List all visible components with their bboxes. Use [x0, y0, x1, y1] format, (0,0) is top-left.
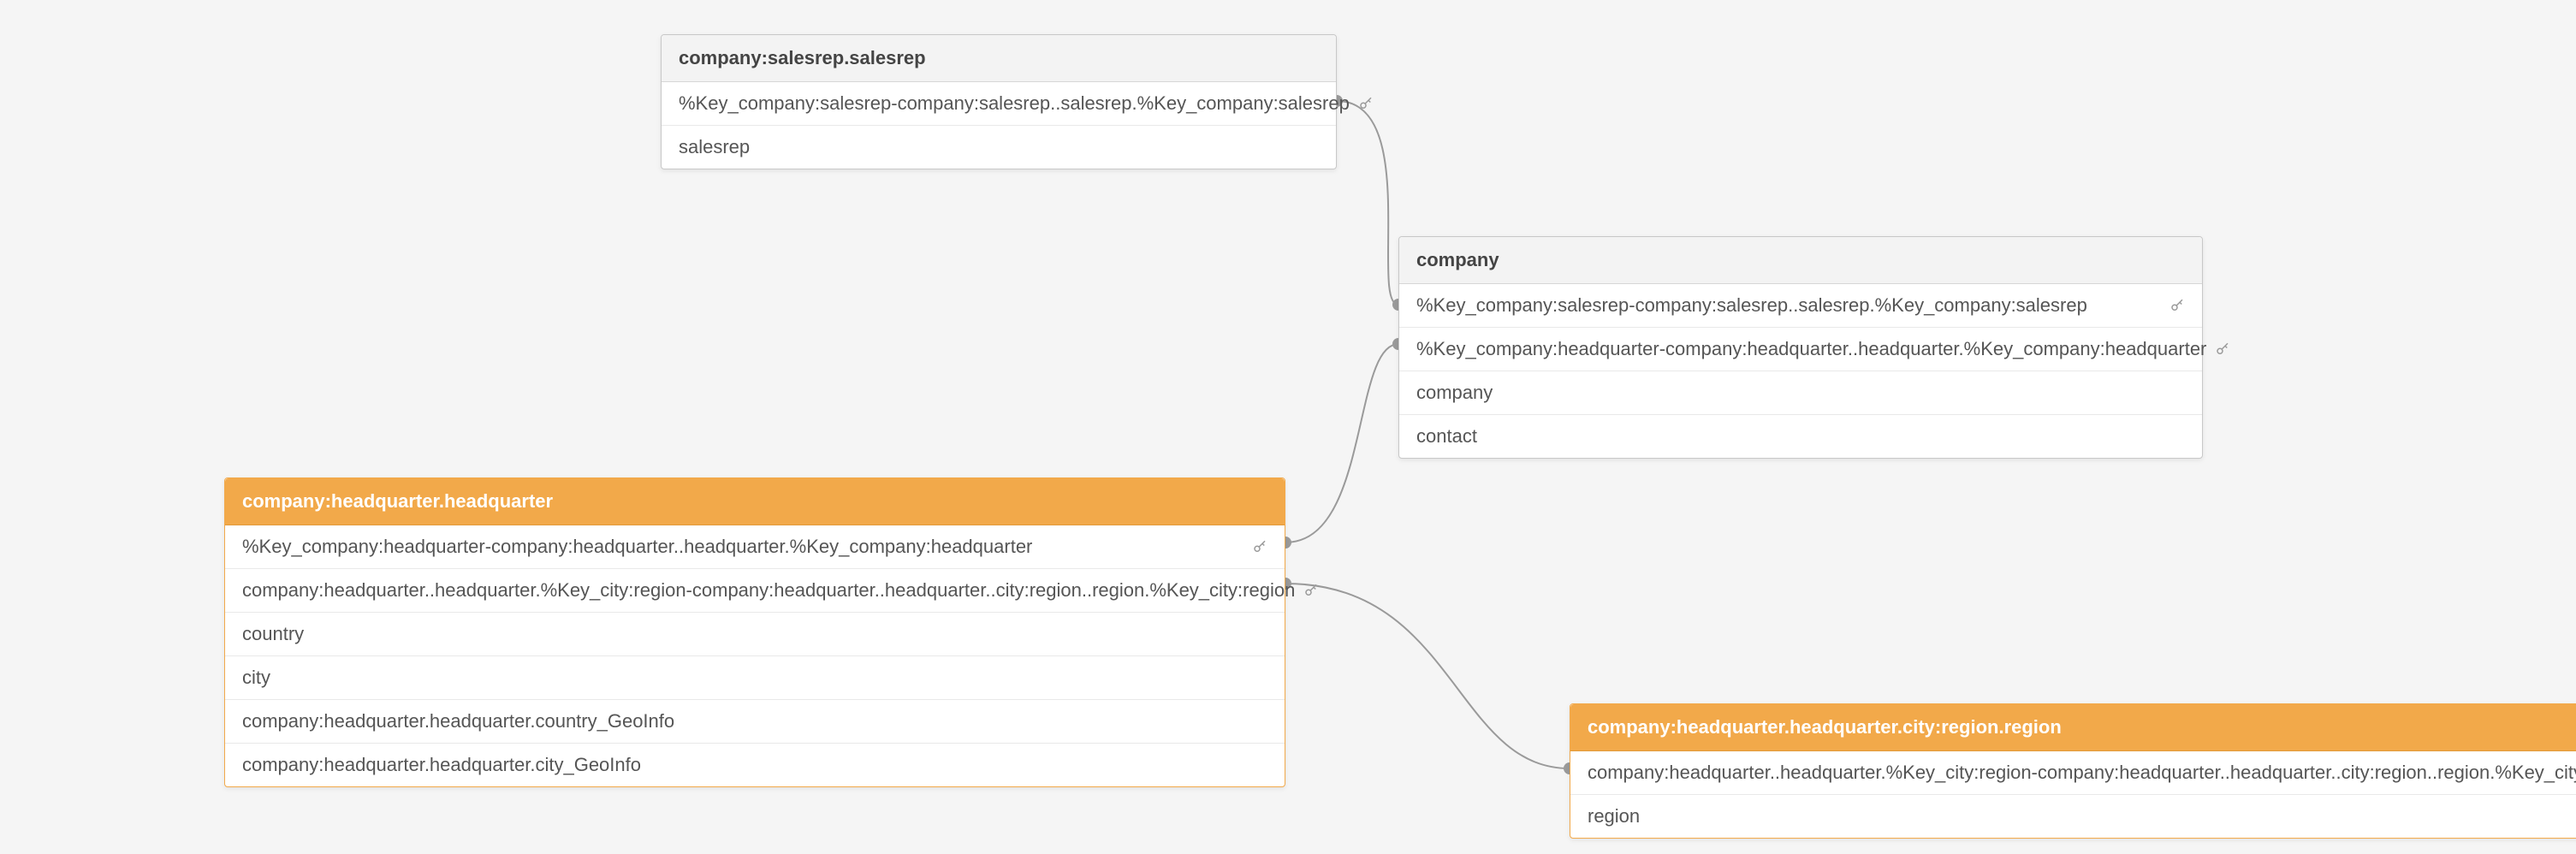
table-row[interactable]: %Key_company:headquarter-company:headqua… — [225, 525, 1285, 568]
field-label: company:headquarter.headquarter.country_… — [242, 710, 674, 732]
table-row[interactable]: contact — [1399, 414, 2202, 458]
field-label: region — [1588, 805, 1640, 827]
table-row[interactable]: %Key_company:headquarter-company:headqua… — [1399, 327, 2202, 371]
key-icon — [1358, 96, 1374, 111]
key-icon — [1303, 583, 1319, 598]
table-header[interactable]: company:headquarter.headquarter.city:reg… — [1570, 704, 2576, 751]
field-label: %Key_company:headquarter-company:headqua… — [1416, 338, 2206, 360]
field-label: city — [242, 667, 270, 689]
table-title: company:headquarter.headquarter.city:reg… — [1588, 716, 2062, 738]
key-icon — [1252, 539, 1267, 555]
table-title: company:headquarter.headquarter — [242, 490, 553, 512]
table-body: company:headquarter..headquarter.%Key_ci… — [1570, 751, 2576, 838]
table-row[interactable]: country — [225, 612, 1285, 655]
table-row[interactable]: company:headquarter.headquarter.city_Geo… — [225, 743, 1285, 786]
table-title: company:salesrep.salesrep — [679, 47, 926, 68]
table-body: %Key_company:salesrep-company:salesrep..… — [662, 82, 1336, 169]
table-row[interactable]: city — [225, 655, 1285, 699]
table-body: %Key_company:headquarter-company:headqua… — [225, 525, 1285, 786]
table-row[interactable]: company — [1399, 371, 2202, 414]
table-row[interactable]: company:headquarter..headquarter.%Key_ci… — [225, 568, 1285, 612]
field-label: country — [242, 623, 304, 645]
table-row[interactable]: region — [1570, 794, 2576, 838]
field-label: company:headquarter..headquarter.%Key_ci… — [242, 579, 1295, 602]
field-label: salesrep — [679, 136, 750, 158]
table-headquarter[interactable]: company:headquarter.headquarter %Key_com… — [224, 477, 1285, 787]
table-row[interactable]: salesrep — [662, 125, 1336, 169]
table-salesrep[interactable]: company:salesrep.salesrep %Key_company:s… — [661, 34, 1337, 169]
table-header[interactable]: company — [1399, 237, 2202, 284]
field-label: %Key_company:headquarter-company:headqua… — [242, 536, 1032, 558]
table-row[interactable]: %Key_company:salesrep-company:salesrep..… — [1399, 284, 2202, 327]
table-header[interactable]: company:salesrep.salesrep — [662, 35, 1336, 82]
table-header[interactable]: company:headquarter.headquarter — [225, 478, 1285, 525]
field-label: company:headquarter..headquarter.%Key_ci… — [1588, 762, 2576, 784]
field-label: %Key_company:salesrep-company:salesrep..… — [1416, 294, 2087, 317]
table-row[interactable]: %Key_company:salesrep-company:salesrep..… — [662, 82, 1336, 125]
key-icon — [2169, 298, 2185, 313]
table-title: company — [1416, 249, 1499, 270]
table-row[interactable]: company:headquarter.headquarter.country_… — [225, 699, 1285, 743]
table-row[interactable]: company:headquarter..headquarter.%Key_ci… — [1570, 751, 2576, 794]
table-company[interactable]: company %Key_company:salesrep-company:sa… — [1398, 236, 2203, 459]
field-label: company:headquarter.headquarter.city_Geo… — [242, 754, 641, 776]
field-label: company — [1416, 382, 1493, 404]
diagram-canvas[interactable]: company:salesrep.salesrep %Key_company:s… — [0, 0, 2576, 854]
field-label: contact — [1416, 425, 1477, 448]
table-region[interactable]: company:headquarter.headquarter.city:reg… — [1570, 703, 2576, 839]
field-label: %Key_company:salesrep-company:salesrep..… — [679, 92, 1350, 115]
table-body: %Key_company:salesrep-company:salesrep..… — [1399, 284, 2202, 458]
key-icon — [2215, 341, 2230, 357]
